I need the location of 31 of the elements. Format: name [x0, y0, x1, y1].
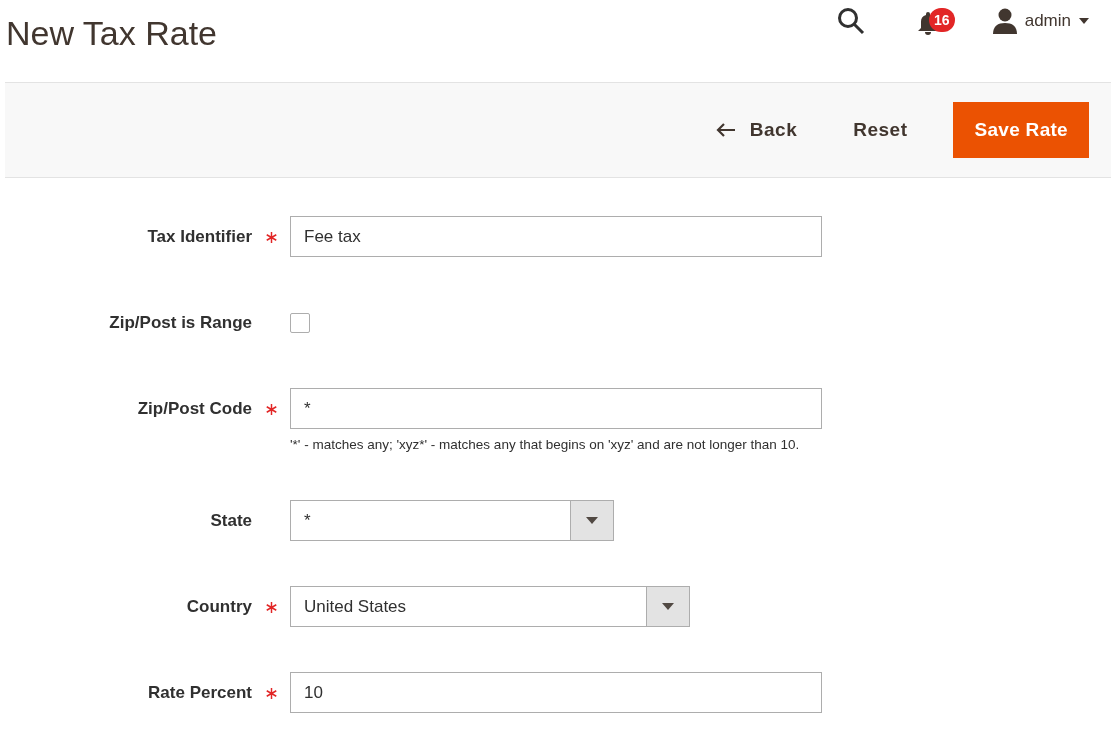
required-asterisk-icon — [265, 602, 277, 613]
field-hint: '*' - matches any; 'xyz*' - matches any that begins on 'xyz' and are not longer than 10. — [290, 436, 801, 454]
page-title: New Tax Rate — [6, 13, 218, 54]
caret-down-icon — [1079, 18, 1089, 24]
select-field[interactable]: United States — [290, 586, 690, 627]
user-menu[interactable]: admin — [992, 8, 1089, 34]
text-field[interactable]: 10 — [290, 672, 822, 713]
required-asterisk-icon — [265, 404, 277, 415]
field-label: Zip/Post Code — [137, 397, 252, 420]
required-asterisk-icon — [265, 688, 277, 699]
caret-down-icon — [586, 517, 598, 524]
field-label: Zip/Post is Range — [109, 311, 252, 334]
user-icon — [992, 8, 1017, 34]
save-button[interactable]: Save Rate — [953, 102, 1089, 158]
text-field[interactable]: Fee tax — [290, 216, 822, 257]
caret-down-icon — [662, 603, 674, 610]
select-field[interactable]: * — [290, 500, 614, 541]
search-icon[interactable] — [836, 7, 865, 35]
arrow-left-icon — [715, 123, 736, 137]
checkbox[interactable] — [290, 312, 310, 333]
field-label: Rate Percent — [148, 681, 252, 704]
notification-count: 16 — [928, 8, 955, 32]
field-label: Country — [186, 595, 252, 618]
field-label: State — [210, 509, 252, 532]
field-label: Tax Identifier — [147, 225, 252, 248]
back-button[interactable]: Back — [699, 102, 814, 158]
reset-button[interactable]: Reset — [823, 102, 938, 158]
dropdown-toggle[interactable] — [570, 501, 613, 540]
required-asterisk-icon — [265, 232, 277, 243]
dropdown-toggle[interactable] — [646, 587, 689, 626]
text-field[interactable]: * — [290, 388, 822, 429]
